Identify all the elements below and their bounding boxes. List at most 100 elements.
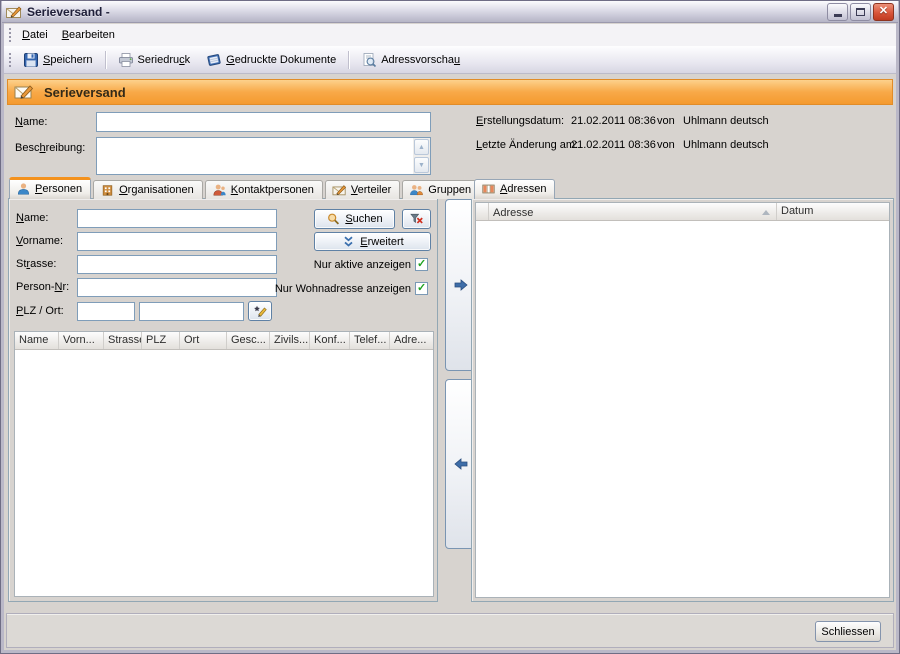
minimize-button[interactable] [827, 3, 848, 21]
letzte-aenderung-von: von [657, 139, 675, 151]
erstellungsdatum-user: Uhlmann deutsch [683, 115, 769, 127]
window-title: Serieversand - [27, 5, 827, 19]
erweitert-label: Erweitert [360, 236, 403, 248]
search-personnr-label: Person-Nr: [16, 281, 69, 293]
beschreibung-input[interactable] [97, 138, 413, 174]
menu-bearbeiten[interactable]: Bearbeiten [55, 26, 122, 44]
scroll-down-icon[interactable]: ▼ [414, 157, 429, 173]
adressen-panel: Adresse Datum [471, 198, 894, 602]
adressen-tabstrip: Adressen [474, 177, 557, 199]
erstellungsdatum-label: Erstellungsdatum: [476, 115, 564, 127]
search-name-label: Name: [16, 212, 48, 224]
col-plz[interactable]: PLZ [142, 332, 180, 349]
tab-verteiler[interactable]: Verteiler [325, 180, 400, 199]
organisation-icon [100, 183, 115, 197]
printer-icon [118, 52, 134, 68]
schliessen-button[interactable]: Schliessen [815, 621, 881, 642]
tab-personen-label: Personen [35, 183, 82, 195]
schliessen-label: Schliessen [821, 626, 874, 638]
name-label: Name: [15, 116, 47, 128]
mail-pencil-icon [14, 83, 34, 101]
col-name[interactable]: Name [15, 332, 59, 349]
search-plz-input[interactable] [77, 302, 135, 321]
double-chevron-down-icon [341, 235, 356, 249]
search-ort-input[interactable] [139, 302, 244, 321]
bottom-bar: Schliessen [6, 613, 894, 648]
page-title: Serieversand [44, 85, 126, 100]
col-ort[interactable]: Ort [180, 332, 227, 349]
ort-wizard-button[interactable] [248, 301, 272, 321]
tab-kontaktpersonen-label: Kontaktpersonen [231, 184, 314, 196]
col-adresse[interactable]: Adresse [489, 203, 777, 220]
seriedruck-label: Seriedruck [138, 54, 191, 66]
col-vorname[interactable]: Vorn... [59, 332, 104, 349]
person-icon [16, 182, 31, 196]
col-datum[interactable]: Datum [777, 203, 889, 220]
tab-kontaktpersonen[interactable]: Kontaktpersonen [205, 180, 323, 199]
close-button[interactable]: ✕ [873, 3, 894, 21]
arrow-left-icon [453, 457, 469, 471]
person-table-header: Name Vorn... Strasse PLZ Ort Gesc... Ziv… [15, 332, 433, 350]
nur-aktive-row: Nur aktive anzeigen [314, 258, 428, 271]
col-strasse[interactable]: Strasse [104, 332, 142, 349]
clear-filter-button[interactable] [402, 209, 431, 229]
toolbar: Speichern Seriedruck Gedruckte Dokumente… [4, 46, 896, 74]
gedruckte-dokumente-label: Gedruckte Dokumente [226, 54, 336, 66]
search-name-input[interactable] [77, 209, 277, 228]
col-adresse[interactable]: Adre... [390, 332, 433, 349]
scroll-up-icon[interactable]: ▲ [414, 139, 429, 155]
tab-gruppen[interactable]: Gruppen [402, 180, 480, 199]
search-plzort-label: PLZ / Ort: [16, 305, 64, 317]
wizard-pencil-icon [253, 304, 268, 318]
window-controls: ✕ [827, 3, 894, 21]
col-selector[interactable] [476, 203, 489, 220]
name-input[interactable] [96, 112, 431, 132]
col-telefon[interactable]: Telef... [350, 332, 390, 349]
tab-personen[interactable]: Personen [9, 177, 91, 199]
mail-pencil-icon [332, 183, 347, 197]
search-icon [326, 212, 341, 226]
suchen-button[interactable]: Suchen [314, 209, 395, 229]
search-personnr-input[interactable] [77, 278, 277, 297]
menubar-grip[interactable] [9, 28, 11, 42]
adressvorschau-label: Adressvorschau [381, 54, 460, 66]
nur-wohnadresse-checkbox[interactable] [415, 282, 428, 295]
toolbar-separator [105, 51, 106, 69]
tab-adressen-label: Adressen [500, 183, 546, 195]
col-zivilstand[interactable]: Zivils... [270, 332, 310, 349]
letzte-aenderung-value: 21.02.2011 08:36 [571, 139, 656, 151]
maximize-icon [856, 8, 865, 16]
speichern-button[interactable]: Speichern [15, 48, 101, 72]
source-tabstrip: Personen Organisationen Kontaktpersonen … [9, 177, 482, 199]
menu-datei[interactable]: Datei [15, 26, 55, 44]
seriedruck-button[interactable]: Seriedruck [110, 48, 199, 72]
col-geschlecht[interactable]: Gesc... [227, 332, 270, 349]
tab-verteiler-label: Verteiler [351, 184, 391, 196]
sort-ascending-icon [762, 210, 770, 215]
erweitert-button[interactable]: Erweitert [314, 232, 431, 251]
beschreibung-label: Beschreibung: [15, 142, 85, 154]
search-strasse-input[interactable] [77, 255, 277, 274]
maximize-button[interactable] [850, 3, 871, 21]
address-table-body[interactable] [476, 221, 889, 597]
window-body: Datei Bearbeiten Speichern Seriedruck Ge… [4, 23, 896, 650]
tab-adressen[interactable]: Adressen [474, 179, 555, 199]
person-table-body[interactable] [15, 350, 433, 596]
search-vorname-input[interactable] [77, 232, 277, 251]
person-result-list: Name Vorn... Strasse PLZ Ort Gesc... Ziv… [14, 331, 434, 597]
menubar: Datei Bearbeiten [4, 24, 896, 46]
toolbar-separator [348, 51, 349, 69]
tab-gruppen-label: Gruppen [428, 184, 471, 196]
tab-organisationen-label: Organisationen [119, 184, 194, 196]
adressvorschau-button[interactable]: Adressvorschau [353, 48, 468, 72]
beschreibung-scrollbar[interactable]: ▲ ▼ [413, 138, 430, 174]
erstellungsdatum-von: von [657, 115, 675, 127]
close-icon: ✕ [879, 6, 888, 17]
col-konfession[interactable]: Konf... [310, 332, 350, 349]
toolbar-grip[interactable] [9, 53, 11, 67]
gedruckte-dokumente-button[interactable]: Gedruckte Dokumente [198, 48, 344, 72]
titlebar[interactable]: Serieversand - ✕ [2, 1, 898, 23]
search-vorname-label: Vorname: [16, 235, 63, 247]
tab-organisationen[interactable]: Organisationen [93, 180, 203, 199]
nur-aktive-checkbox[interactable] [415, 258, 428, 271]
